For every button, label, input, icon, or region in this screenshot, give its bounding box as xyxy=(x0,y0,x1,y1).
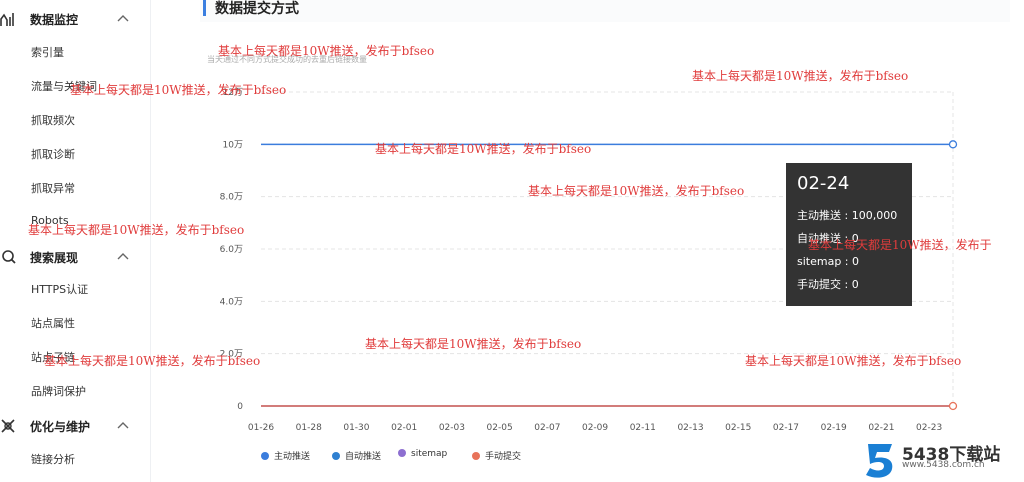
x-tick-label: 02-19 xyxy=(821,423,847,433)
legend-item[interactable]: 主动推送 xyxy=(261,449,310,462)
x-tick-label: 02-11 xyxy=(630,423,656,433)
series-point xyxy=(948,401,958,411)
legend-item[interactable]: 自动推送 xyxy=(332,449,381,462)
x-tick-label: 02-05 xyxy=(487,423,513,433)
chart-tooltip: 02-24 主动推送 : 100,000 自动推送 : 0 sitemap : … xyxy=(786,163,912,306)
x-tick-label: 02-17 xyxy=(773,423,799,433)
watermark-text: 基本上每天都是10W推送，发布于 xyxy=(808,238,992,252)
x-tick-label: 02-07 xyxy=(534,423,560,433)
x-tick-label: 01-28 xyxy=(296,423,322,433)
y-tick-label: 6.0万 xyxy=(220,245,243,255)
series-point xyxy=(948,140,958,149)
watermark-text: 基本上每天都是10W推送，发布于bfseo xyxy=(528,184,745,198)
watermark-text: 基本上每天都是10W推送，发布于bfseo xyxy=(375,142,592,156)
y-tick-label: 4.0万 xyxy=(220,297,243,307)
watermark-text: 基本上每天都是10W推送，发布于bfseo xyxy=(745,354,962,368)
x-axis-ticks: 01-26 01-28 01-30 02-01 02-03 02-05 02-07 02-09… xyxy=(248,423,942,433)
x-tick-label: 02-23 xyxy=(916,423,942,433)
legend-dot xyxy=(332,451,340,460)
watermark-text: 基本上每天都是10W推送，发布于bfseo xyxy=(365,337,582,351)
watermark-text: 基本上每天都是10W推送，发布于bfseo xyxy=(44,354,261,368)
tooltip-row: 主动推送 : 100,000 xyxy=(797,209,898,222)
legend-label: sitemap xyxy=(411,449,448,459)
x-tick-label: 02-21 xyxy=(868,423,894,433)
x-tick-label: 02-13 xyxy=(677,423,703,433)
legend-item[interactable]: 手动提交 xyxy=(472,449,521,462)
y-tick-label: 8.0万 xyxy=(220,193,243,203)
tooltip-date: 02-24 xyxy=(797,173,850,194)
legend-dot xyxy=(472,451,480,460)
x-tick-label: 02-01 xyxy=(391,423,417,433)
x-tick-label: 02-15 xyxy=(725,423,751,433)
logo-url: www.5438.com.cn xyxy=(902,460,985,470)
y-tick-label: 0 xyxy=(237,402,243,412)
watermark-text: 基本上每天都是10W推送，发布于bfseo xyxy=(70,83,287,97)
x-tick-label: 02-03 xyxy=(439,423,465,433)
legend-label: 自动推送 xyxy=(345,452,382,462)
x-tick-label: 02-09 xyxy=(582,423,608,433)
watermark-text: 基本上每天都是10W推送，发布于bfseo xyxy=(692,69,909,83)
legend-item[interactable]: sitemap xyxy=(398,448,448,459)
tooltip-row: 手动提交 : 0 xyxy=(797,278,859,291)
legend-label: 手动提交 xyxy=(485,452,522,462)
legend-dot xyxy=(398,448,406,457)
legend-dot xyxy=(261,451,269,460)
x-tick-label: 01-26 xyxy=(248,423,274,433)
y-tick-label: 10万 xyxy=(223,140,243,150)
watermark-text: 基本上每天都是10W推送，发布于bfseo xyxy=(218,44,435,58)
x-tick-label: 01-30 xyxy=(343,423,369,433)
watermark-text: 基本上每天都是10W推送，发布于bfseo xyxy=(28,223,245,237)
tooltip-row: sitemap : 0 xyxy=(797,255,860,268)
legend-label: 主动推送 xyxy=(274,452,311,462)
